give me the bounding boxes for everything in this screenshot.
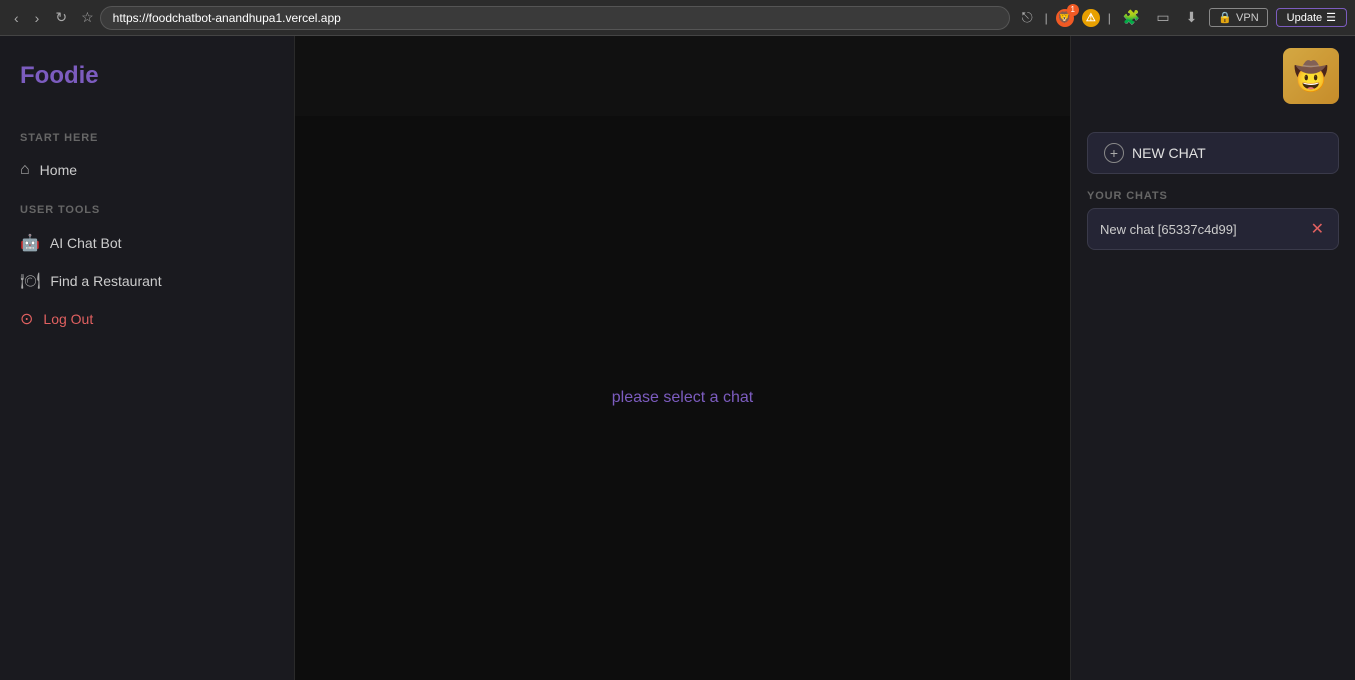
back-button[interactable]: ‹ — [8, 8, 25, 28]
placeholder-message: please select a chat — [612, 389, 753, 407]
forward-button[interactable]: › — [29, 8, 46, 28]
extensions-button[interactable]: 🧩 — [1119, 7, 1144, 28]
main-top — [295, 36, 1070, 116]
chat-item-name: New chat [65337c4d99] — [1100, 222, 1237, 237]
vpn-button[interactable]: 🔒 VPN — [1209, 8, 1267, 27]
your-chats-section: YOUR CHATS New chat [65337c4d99] ✕ — [1087, 190, 1339, 250]
url-domain: foodchatbot-anandhupa1.vercel.app — [149, 11, 341, 25]
address-bar[interactable]: https://foodchatbot-anandhupa1.vercel.ap… — [100, 6, 1010, 30]
sidebar-top: Foodie — [0, 36, 295, 116]
avatar: 🤠 — [1283, 48, 1339, 104]
home-label: Home — [40, 162, 77, 178]
chat-item[interactable]: New chat [65337c4d99] ✕ — [1087, 208, 1339, 250]
app-logo: Foodie — [20, 62, 99, 90]
top-area: Foodie 🤠 — [0, 36, 1355, 116]
start-here-label: START HERE — [0, 132, 294, 144]
sidebar: START HERE ⌂ Home USER TOOLS 🤖 AI Chat B… — [0, 116, 295, 680]
plus-icon: + — [1104, 143, 1124, 163]
vpn-shield-icon: 🔒 — [1218, 11, 1232, 24]
main-content: please select a chat — [295, 116, 1070, 680]
new-chat-button[interactable]: + NEW CHAT — [1087, 132, 1339, 174]
update-button[interactable]: Update ☰ — [1276, 8, 1347, 27]
content-row: START HERE ⌂ Home USER TOOLS 🤖 AI Chat B… — [0, 116, 1355, 680]
start-here-section: START HERE ⌂ Home — [0, 132, 294, 188]
brave-badge-count: 1 — [1067, 4, 1079, 16]
url-prefix: https:// — [113, 11, 149, 25]
your-chats-label: YOUR CHATS — [1087, 190, 1339, 202]
hamburger-icon: ☰ — [1326, 11, 1336, 24]
ai-chat-bot-label: AI Chat Bot — [50, 235, 122, 251]
avatar-emoji: 🤠 — [1294, 60, 1329, 93]
download-button[interactable]: ⬇ — [1182, 7, 1202, 28]
new-chat-label: NEW CHAT — [1132, 145, 1206, 161]
logout-icon: ⊙ — [20, 309, 33, 329]
home-icon: ⌂ — [20, 161, 30, 179]
address-bar-container: ☆ https://foodchatbot-anandhupa1.vercel.… — [81, 6, 1010, 30]
user-tools-label: USER TOOLS — [0, 204, 294, 216]
sidebar-item-find-restaurant[interactable]: 🍽 Find a Restaurant — [0, 262, 294, 300]
sidebar-nav: START HERE ⌂ Home USER TOOLS 🤖 AI Chat B… — [0, 116, 294, 680]
chat-delete-button[interactable]: ✕ — [1309, 219, 1326, 239]
browser-nav-buttons: ‹ › ↻ — [8, 7, 73, 28]
brave-extension: 🦁 1 — [1056, 9, 1074, 27]
warning-icon: ⚠ — [1082, 9, 1100, 27]
bot-icon: 🤖 — [20, 233, 40, 253]
find-restaurant-label: Find a Restaurant — [50, 273, 161, 289]
reload-button[interactable]: ↻ — [49, 7, 73, 28]
sidebar-item-home[interactable]: ⌂ Home — [0, 152, 294, 188]
share-button[interactable]: ⎋ — [1018, 7, 1037, 28]
logout-label: Log Out — [43, 311, 93, 327]
restaurant-icon: 🍽 — [20, 271, 40, 291]
right-panel: + NEW CHAT YOUR CHATS New chat [65337c4d… — [1070, 116, 1355, 680]
right-top: 🤠 — [1070, 36, 1355, 116]
sidebar-item-ai-chat-bot[interactable]: 🤖 AI Chat Bot — [0, 224, 294, 262]
vpn-label: VPN — [1236, 12, 1259, 24]
browser-actions: ⎋ | 🦁 1 ⚠ | 🧩 ▭ ⬇ 🔒 VPN Update ☰ — [1018, 7, 1347, 28]
sidebar-toggle[interactable]: ▭ — [1152, 7, 1173, 28]
placeholder-text-highlight: chat — [723, 389, 753, 406]
browser-chrome: ‹ › ↻ ☆ https://foodchatbot-anandhupa1.v… — [0, 0, 1355, 36]
placeholder-text-prefix: please select a — [612, 389, 723, 406]
user-tools-section: USER TOOLS 🤖 AI Chat Bot 🍽 Find a Restau… — [0, 204, 294, 338]
app-layout: Foodie 🤠 START HERE ⌂ Home USER TOOLS — [0, 36, 1355, 680]
update-label: Update — [1287, 12, 1322, 24]
url-display: https://foodchatbot-anandhupa1.vercel.ap… — [113, 11, 341, 25]
bookmark-button[interactable]: ☆ — [81, 9, 94, 26]
sidebar-item-logout[interactable]: ⊙ Log Out — [0, 300, 294, 338]
